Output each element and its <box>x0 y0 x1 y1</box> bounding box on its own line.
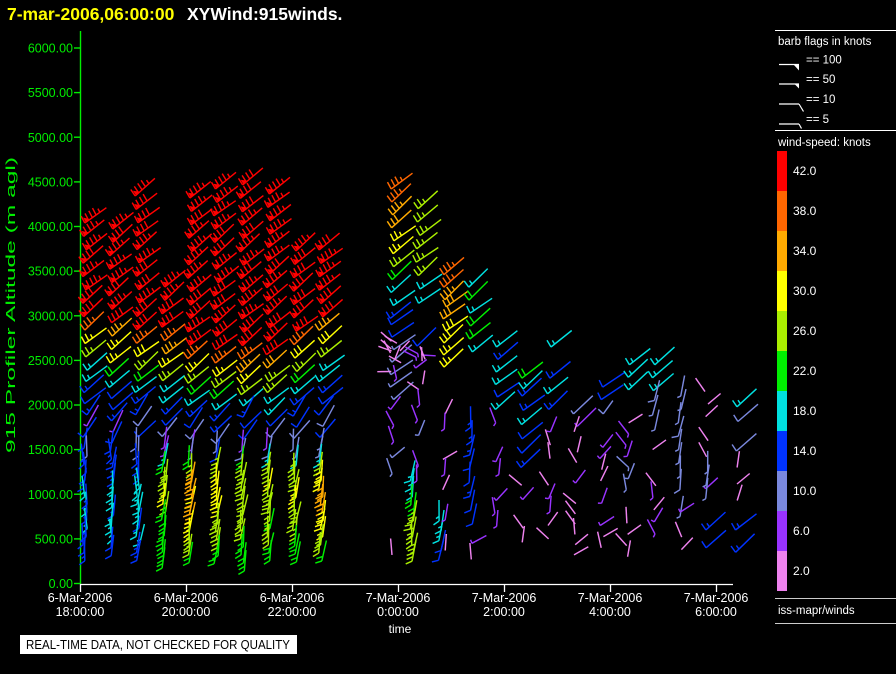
svg-text:22:00:00: 22:00:00 <box>268 605 317 619</box>
svg-text:10.0: 10.0 <box>793 484 817 498</box>
svg-text:1500.00: 1500.00 <box>28 443 73 457</box>
svg-text:6:00:00: 6:00:00 <box>695 605 737 619</box>
svg-text:3000.00: 3000.00 <box>28 309 73 323</box>
svg-text:iss-mapr/winds: iss-mapr/winds <box>778 605 855 617</box>
svg-text:7-Mar-2006: 7-Mar-2006 <box>684 591 749 605</box>
svg-text:4:00:00: 4:00:00 <box>589 605 631 619</box>
svg-text:4500.00: 4500.00 <box>28 175 73 189</box>
svg-text:== 50: == 50 <box>806 74 835 86</box>
svg-text:time: time <box>389 622 412 636</box>
svg-text:3500.00: 3500.00 <box>28 265 73 279</box>
svg-text:7-mar-2006,06:00:00: 7-mar-2006,06:00:00 <box>7 4 175 24</box>
svg-text:915 Profiler Altitude (m agl): 915 Profiler Altitude (m agl) <box>4 157 18 453</box>
svg-text:6000.00: 6000.00 <box>28 42 73 56</box>
svg-text:2000.00: 2000.00 <box>28 399 73 413</box>
svg-text:6-Mar-2006: 6-Mar-2006 <box>48 591 113 605</box>
svg-text:barb flags in knots: barb flags in knots <box>778 36 872 48</box>
svg-text:== 10: == 10 <box>806 94 835 106</box>
svg-text:18.0: 18.0 <box>793 404 817 418</box>
svg-text:1000.00: 1000.00 <box>28 488 73 502</box>
svg-text:20:00:00: 20:00:00 <box>162 605 211 619</box>
svg-text:30.0: 30.0 <box>793 284 817 298</box>
svg-text:2.0: 2.0 <box>793 564 810 578</box>
svg-text:34.0: 34.0 <box>793 244 817 258</box>
svg-text:0:00:00: 0:00:00 <box>377 605 419 619</box>
svg-text:5000.00: 5000.00 <box>28 131 73 145</box>
svg-text:500.00: 500.00 <box>35 532 73 546</box>
svg-text:== 100: == 100 <box>806 55 842 67</box>
svg-text:5500.00: 5500.00 <box>28 86 73 100</box>
svg-text:REAL-TIME DATA, NOT CHECKED FO: REAL-TIME DATA, NOT CHECKED FOR QUALITY <box>26 638 291 652</box>
svg-text:22.0: 22.0 <box>793 364 817 378</box>
svg-text:== 5: == 5 <box>806 114 829 126</box>
svg-text:0.00: 0.00 <box>49 577 73 591</box>
svg-text:2:00:00: 2:00:00 <box>483 605 525 619</box>
svg-text:4000.00: 4000.00 <box>28 220 73 234</box>
svg-text:42.0: 42.0 <box>793 164 817 178</box>
svg-text:38.0: 38.0 <box>793 204 817 218</box>
svg-text:wind-speed: knots: wind-speed: knots <box>777 137 871 149</box>
svg-text:7-Mar-2006: 7-Mar-2006 <box>578 591 643 605</box>
svg-text:6.0: 6.0 <box>793 524 810 538</box>
svg-text:6-Mar-2006: 6-Mar-2006 <box>154 591 219 605</box>
svg-text:6-Mar-2006: 6-Mar-2006 <box>260 591 325 605</box>
svg-text:2500.00: 2500.00 <box>28 354 73 368</box>
svg-text:7-Mar-2006: 7-Mar-2006 <box>472 591 537 605</box>
svg-text:XYWind:915winds.: XYWind:915winds. <box>187 4 342 24</box>
svg-text:26.0: 26.0 <box>793 324 817 338</box>
svg-text:18:00:00: 18:00:00 <box>56 605 105 619</box>
svg-text:14.0: 14.0 <box>793 444 817 458</box>
svg-text:7-Mar-2006: 7-Mar-2006 <box>366 591 431 605</box>
